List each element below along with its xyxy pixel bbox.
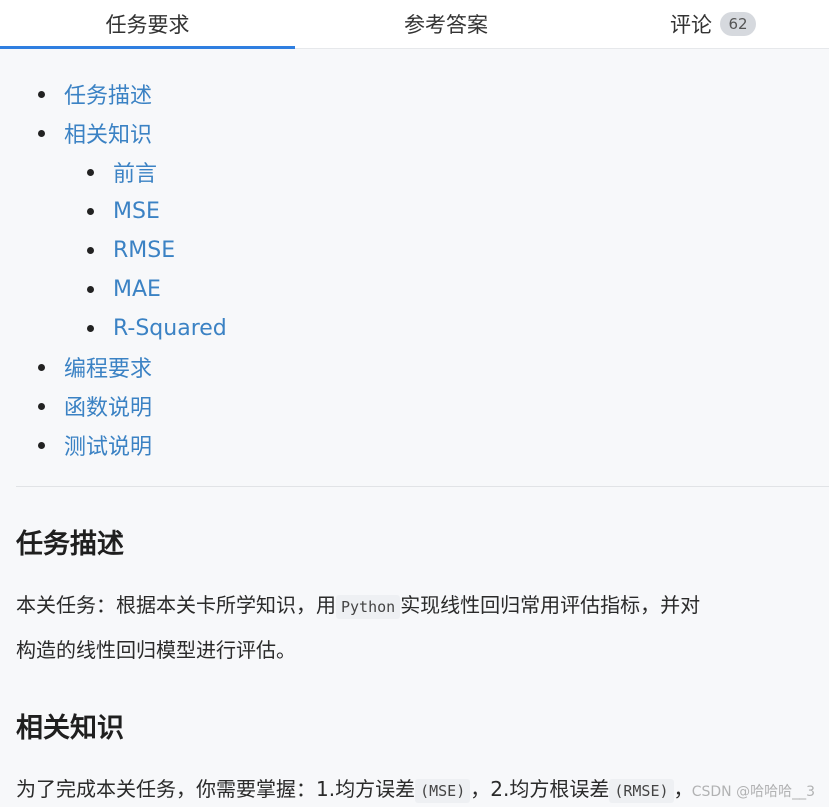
toc-link[interactable]: MAE — [113, 277, 161, 302]
tab-reference-answer[interactable]: 参考答案 — [295, 0, 597, 48]
tab-label: 任务要求 — [105, 13, 190, 37]
bullet — [38, 129, 45, 137]
text: 本关任务：根据本关卡所学知识，用 — [16, 593, 336, 617]
toc-link[interactable]: 相关知识 — [64, 117, 152, 149]
bullet — [38, 441, 45, 449]
tab-label: 参考答案 — [404, 13, 488, 37]
task-paragraph-line-1: 本关任务：根据本关卡所学知识，用 Python 实现线性回归常用评估指标，并对 — [16, 593, 701, 619]
toc-item-task-description[interactable]: 任务描述 — [38, 75, 152, 113]
bullet — [87, 168, 94, 176]
section-title-related-knowledge: 相关知识 — [16, 713, 124, 744]
task-paragraph-line-2: 构造的线性回归模型进行评估。 — [16, 638, 296, 662]
bullet — [38, 90, 45, 98]
watermark: CSDN @哈哈哈__3 — [691, 784, 815, 800]
tab-label: 评论 — [670, 13, 712, 37]
toc-item-preface[interactable]: 前言 — [87, 153, 157, 191]
toc-link[interactable]: MSE — [113, 199, 160, 224]
text: ，2.均方根误差 — [470, 777, 610, 801]
toc-link[interactable]: RMSE — [113, 238, 175, 263]
bullet — [87, 207, 94, 215]
tab-comments[interactable]: 评论 62 — [597, 0, 829, 48]
divider — [16, 486, 829, 487]
toc-link[interactable]: 函数说明 — [64, 390, 152, 422]
bullet — [87, 246, 94, 254]
toc-link[interactable]: R-Squared — [113, 316, 227, 341]
text: 为了完成本关任务，你需要掌握：1.均方误差 — [16, 777, 416, 801]
toc-item-function-description[interactable]: 函数说明 — [38, 387, 152, 425]
toc-link[interactable]: 编程要求 — [64, 351, 152, 383]
toc-link[interactable]: 测试说明 — [64, 429, 152, 461]
bullet — [87, 285, 94, 293]
tab-bar: 任务要求 参考答案 评论 62 — [0, 0, 829, 49]
inline-code: (MSE) — [415, 779, 471, 803]
tab-task-requirements[interactable]: 任务要求 — [0, 0, 295, 49]
toc-link[interactable]: 任务描述 — [64, 78, 152, 110]
bullet — [38, 363, 45, 371]
toc-item-mse[interactable]: MSE — [87, 192, 160, 230]
toc-item-mae[interactable]: MAE — [87, 270, 161, 308]
text: 实现线性回归常用评估指标，并对 — [400, 593, 701, 617]
text: ， — [673, 777, 694, 801]
toc-item-related-knowledge[interactable]: 相关知识 — [38, 114, 152, 152]
inline-code: (RMSE) — [609, 779, 674, 803]
bullet — [87, 324, 94, 332]
toc-item-rmse[interactable]: RMSE — [87, 231, 175, 269]
toc-item-r-squared[interactable]: R-Squared — [87, 309, 227, 347]
toc-item-programming-requirements[interactable]: 编程要求 — [38, 348, 152, 386]
comment-count-badge: 62 — [720, 12, 756, 36]
section-title-task-description: 任务描述 — [16, 529, 124, 560]
knowledge-paragraph-line-1: 为了完成本关任务，你需要掌握：1.均方误差 (MSE) ，2.均方根误差 (RMSE)… — [16, 777, 694, 803]
bullet — [38, 402, 45, 410]
inline-code: Python — [336, 595, 401, 619]
toc-link[interactable]: 前言 — [113, 156, 157, 188]
toc-item-test-description[interactable]: 测试说明 — [38, 426, 152, 464]
